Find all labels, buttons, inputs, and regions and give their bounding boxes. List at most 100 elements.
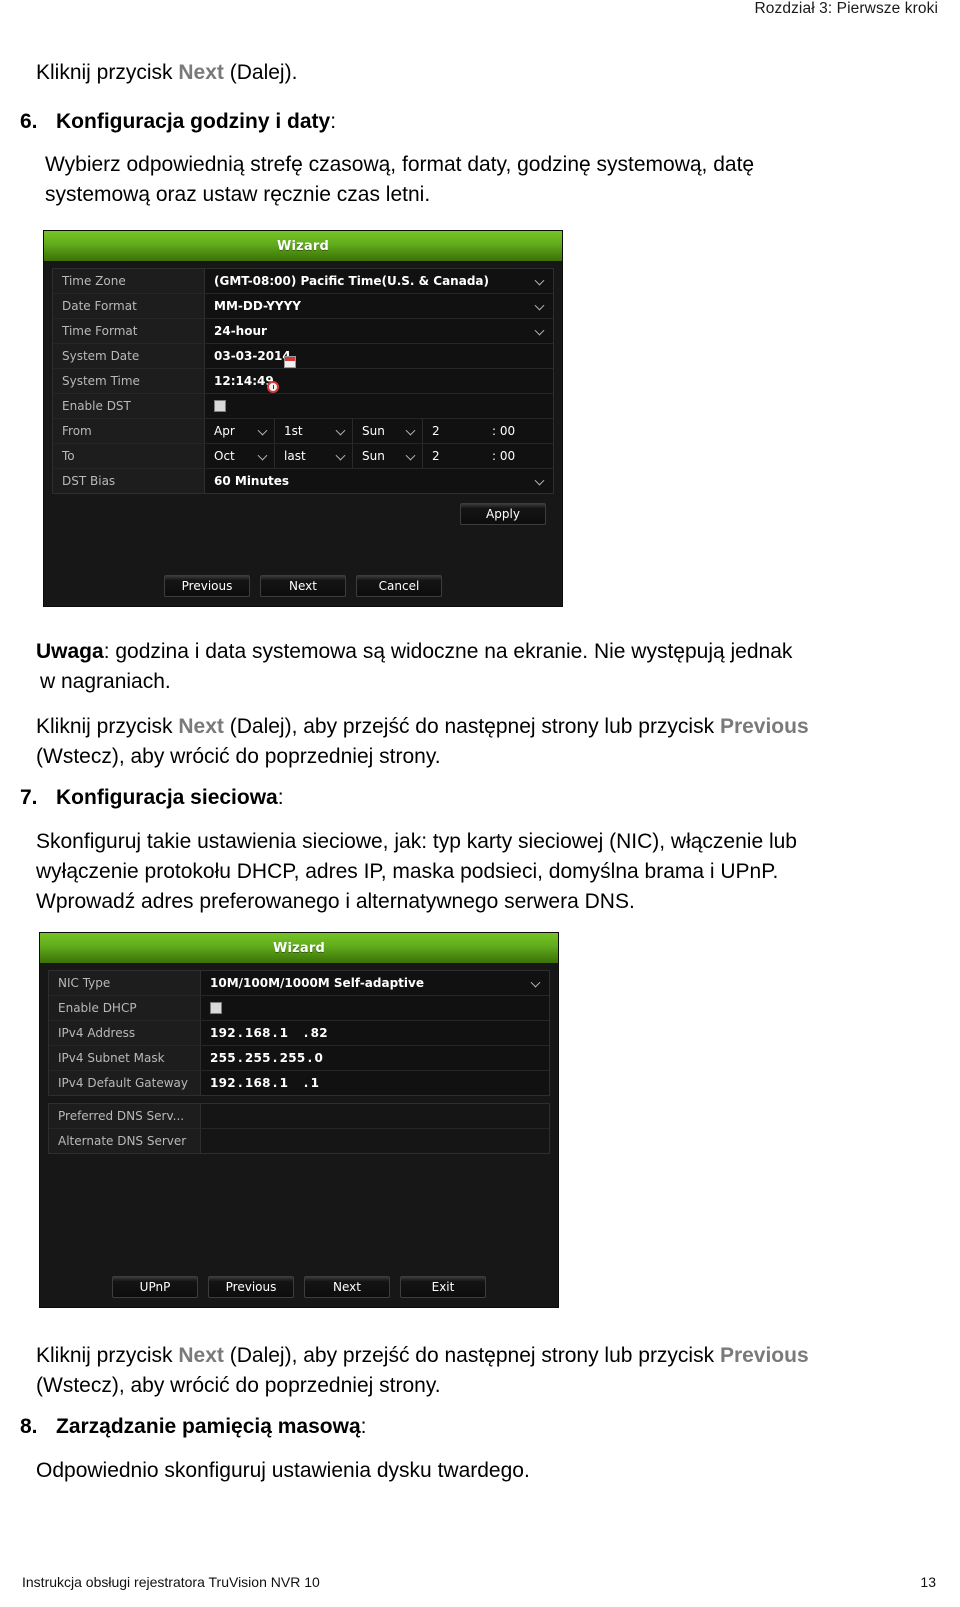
dst-to-month[interactable]: Oct <box>205 444 275 468</box>
row-preferred-dns[interactable]: Preferred DNS Serv... <box>49 1104 549 1129</box>
value-ipv4-default-gateway[interactable]: 192. 168. 1 .1 <box>201 1071 549 1095</box>
octet-4[interactable]: 1 <box>311 1076 320 1090</box>
cancel-button[interactable]: Cancel <box>356 575 442 597</box>
dst-to-minute[interactable]: : 00 <box>483 444 553 468</box>
chevron-down-icon[interactable] <box>536 301 545 310</box>
exit-button[interactable]: Exit <box>400 1276 486 1298</box>
row-system-date[interactable]: System Date 03-03-2014 <box>53 344 553 369</box>
dst-from-hour[interactable]: 2 <box>423 419 483 443</box>
chevron-down-icon[interactable] <box>337 451 346 460</box>
label-ipv4-subnet-mask: IPv4 Subnet Mask <box>49 1046 201 1070</box>
wizard-time-dialog[interactable]: Wizard Time Zone (GMT-08:00) Pacific Tim… <box>44 231 562 606</box>
nav-note-2-line-2: (Wstecz), aby wrócić do poprzedniej stro… <box>36 1371 946 1401</box>
next-button[interactable]: Next <box>304 1276 390 1298</box>
previous-button[interactable]: Previous <box>208 1276 294 1298</box>
dst-from-month[interactable]: Apr <box>205 419 275 443</box>
row-time-zone[interactable]: Time Zone (GMT-08:00) Pacific Time(U.S. … <box>53 269 553 294</box>
calendar-icon[interactable] <box>283 356 296 368</box>
dst-from-ordinal[interactable]: 1st <box>275 419 353 443</box>
dst-to-ordinal[interactable]: last <box>275 444 353 468</box>
dst-to-weekday-text: Sun <box>362 449 385 463</box>
octet-4[interactable]: 0 <box>314 1051 323 1065</box>
octet-2[interactable]: 255 <box>245 1051 271 1065</box>
octet-3[interactable]: 1 <box>280 1026 289 1040</box>
dst-bias-text: 60 Minutes <box>214 474 290 488</box>
enable-dhcp-checkbox[interactable] <box>210 1002 222 1014</box>
octet-2[interactable]: 168 <box>245 1026 271 1040</box>
row-alternate-dns[interactable]: Alternate DNS Server <box>49 1129 549 1153</box>
step-6-body-line-2: systemową oraz ustaw ręcznie czas letni. <box>45 180 935 210</box>
chevron-down-icon[interactable] <box>259 426 268 435</box>
ipv4-subnet-octets: 255. 255. 255. 0 <box>210 1051 323 1065</box>
footer-document-title: Instrukcja obsługi rejestratora TruVisio… <box>22 1574 320 1590</box>
row-dst-from[interactable]: From Apr 1st Sun 2 : 00 <box>53 419 553 444</box>
octet-1[interactable]: 255 <box>210 1051 236 1065</box>
octet-3[interactable]: 255 <box>280 1051 306 1065</box>
dns-settings-group: Preferred DNS Serv... Alternate DNS Serv… <box>48 1103 550 1154</box>
row-ipv4-default-gateway[interactable]: IPv4 Default Gateway 192. 168. 1 .1 <box>49 1071 549 1095</box>
dst-from-weekday-text: Sun <box>362 424 385 438</box>
value-ipv4-address[interactable]: 192. 168. 1 . 82 <box>201 1021 549 1045</box>
upnp-button[interactable]: UPnP <box>112 1276 198 1298</box>
row-system-time[interactable]: System Time 12:14:49 <box>53 369 553 394</box>
dst-from-minute-text: : 00 <box>492 424 516 438</box>
dst-from-minute[interactable]: : 00 <box>483 419 553 443</box>
row-dst-to[interactable]: To Oct last Sun 2 : 00 <box>53 444 553 469</box>
octet-2[interactable]: 168 <box>245 1076 271 1090</box>
step-7-body-line-3: Wprowadź adres preferowanego i alternaty… <box>36 887 946 917</box>
value-preferred-dns[interactable] <box>201 1104 549 1128</box>
value-enable-dhcp[interactable] <box>201 996 549 1020</box>
value-ipv4-subnet-mask[interactable]: 255. 255. 255. 0 <box>201 1046 549 1070</box>
note-line-2-text: w nagraniach. <box>40 670 171 693</box>
row-ipv4-subnet-mask[interactable]: IPv4 Subnet Mask 255. 255. 255. 0 <box>49 1046 549 1071</box>
step-6: 6. Konfiguracja godziny i daty: <box>20 107 930 137</box>
value-dst-bias[interactable]: 60 Minutes <box>205 469 553 493</box>
nav-note-2-line-1: Kliknij przycisk Next (Dalej), aby przej… <box>36 1341 946 1371</box>
value-system-date[interactable]: 03-03-2014 <box>205 344 553 368</box>
value-time-zone[interactable]: (GMT-08:00) Pacific Time(U.S. & Canada) <box>205 269 553 293</box>
chevron-down-icon[interactable] <box>407 426 416 435</box>
clock-icon[interactable] <box>266 381 279 393</box>
octet-1[interactable]: 192 <box>210 1076 236 1090</box>
value-date-format[interactable]: MM-DD-YYYY <box>205 294 553 318</box>
row-date-format[interactable]: Date Format MM-DD-YYYY <box>53 294 553 319</box>
value-enable-dst[interactable] <box>205 394 553 418</box>
step-6-body-line-1: Wybierz odpowiednią strefę czasową, form… <box>45 150 935 180</box>
row-ipv4-address[interactable]: IPv4 Address 192. 168. 1 . 82 <box>49 1021 549 1046</box>
next-button[interactable]: Next <box>260 575 346 597</box>
octet-1[interactable]: 192 <box>210 1026 236 1040</box>
value-system-time[interactable]: 12:14:49 <box>205 369 553 393</box>
chevron-down-icon[interactable] <box>536 476 545 485</box>
nav2-previous-term: Previous <box>719 1344 809 1367</box>
previous-button[interactable]: Previous <box>164 575 250 597</box>
chevron-down-icon[interactable] <box>337 426 346 435</box>
row-nic-type[interactable]: NIC Type 10M/100M/1000M Self-adaptive <box>49 971 549 996</box>
enable-dst-checkbox[interactable] <box>214 400 226 412</box>
intro-paragraph: Kliknij przycisk Next (Dalej). <box>36 58 936 88</box>
dst-to-hour[interactable]: 2 <box>423 444 483 468</box>
value-time-format[interactable]: 24-hour <box>205 319 553 343</box>
step-7-body-line-1: Skonfiguruj takie ustawienia sieciowe, j… <box>36 827 946 857</box>
step-7-heading-text: Konfiguracja sieciowa <box>56 786 278 809</box>
value-nic-type[interactable]: 10M/100M/1000M Self-adaptive <box>201 971 549 995</box>
row-time-format[interactable]: Time Format 24-hour <box>53 319 553 344</box>
row-enable-dhcp[interactable]: Enable DHCP <box>49 996 549 1021</box>
chevron-down-icon[interactable] <box>259 451 268 460</box>
chevron-down-icon[interactable] <box>536 326 545 335</box>
chevron-down-icon[interactable] <box>532 978 541 987</box>
dst-from-weekday[interactable]: Sun <box>353 419 423 443</box>
dst-to-weekday[interactable]: Sun <box>353 444 423 468</box>
octet-4[interactable]: 82 <box>311 1026 328 1040</box>
chevron-down-icon[interactable] <box>536 276 545 285</box>
step-6-heading: Konfiguracja godziny i daty: <box>56 107 930 137</box>
octet-3[interactable]: 1 <box>280 1076 289 1090</box>
wizard-network-dialog[interactable]: Wizard NIC Type 10M/100M/1000M Self-adap… <box>40 933 558 1307</box>
row-dst-bias[interactable]: DST Bias 60 Minutes <box>53 469 553 493</box>
system-time-text: 12:14:49 <box>214 374 274 388</box>
row-enable-dst[interactable]: Enable DST <box>53 394 553 419</box>
apply-area: Apply <box>52 494 554 525</box>
apply-button[interactable]: Apply <box>460 503 546 525</box>
octet-dot: . <box>290 1076 309 1090</box>
value-alternate-dns[interactable] <box>201 1129 549 1153</box>
chevron-down-icon[interactable] <box>407 451 416 460</box>
